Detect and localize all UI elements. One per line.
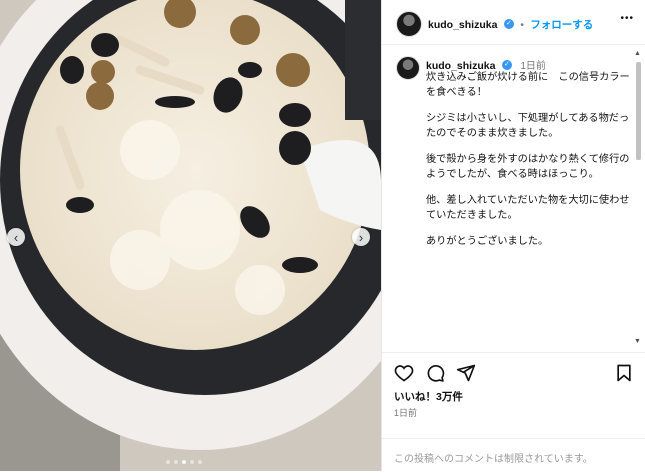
comment-restricted-text: この投稿へのコメントは制限されています。 [394, 454, 593, 465]
heart-icon[interactable] [394, 363, 414, 383]
post-side-panel: kudo_shizuka ✓ • フォローする ••• kudo_shizuka… [381, 0, 645, 471]
header-username[interactable]: kudo_shizuka [428, 19, 497, 31]
caption-paragraph: 後で殻から身を外すのはかなり熱くて修行のようでしたが、食べる時はほっこり。 [426, 154, 630, 180]
scrollbar[interactable]: ▲ ▼ [634, 50, 644, 350]
caption-paragraph: シジミは小さいし、下処理がしてある物だったのでそのまま炊きました。 [426, 113, 630, 139]
next-arrow-icon[interactable]: › [352, 228, 370, 246]
avatar[interactable] [396, 11, 422, 37]
caption-avatar[interactable] [396, 56, 420, 80]
comment-icon[interactable] [425, 363, 445, 383]
carousel-dots [166, 460, 202, 464]
caption-text: 炊き込みご飯が炊ける前に この信号カラーを食べきる！ シジミは小さいし、下処理が… [426, 70, 634, 260]
prev-arrow-icon[interactable]: ‹ [7, 228, 25, 246]
separator-dot: • [520, 20, 524, 31]
verified-icon: ✓ [501, 59, 512, 70]
rice-cooker-photo [0, 0, 381, 471]
follow-button[interactable]: フォローする [530, 19, 593, 31]
carousel-dot [190, 460, 194, 464]
bookmark-icon[interactable] [614, 363, 634, 383]
carousel-dot [166, 460, 170, 464]
caption-paragraph: ありがとうございました。 [426, 236, 549, 247]
post-header: kudo_shizuka ✓ • フォローする ••• [382, 0, 645, 45]
verified-icon: ✓ [503, 18, 514, 29]
likes-count[interactable]: いいね！3万件 [394, 389, 463, 404]
carousel-dot [174, 460, 178, 464]
post-timestamp: 1日前 [394, 408, 418, 418]
share-icon[interactable] [456, 363, 476, 383]
post-photo: ‹ › [0, 0, 381, 471]
carousel-dot-active [182, 460, 186, 464]
comment-restricted-bar: この投稿へのコメントは制限されています。 [382, 438, 645, 472]
scrollbar-thumb[interactable] [636, 62, 641, 160]
caption-paragraph: 他、差し入れていただいた物を大切に使わせていただきました。 [426, 195, 630, 221]
carousel-dot [198, 460, 202, 464]
scroll-down-icon[interactable]: ▼ [634, 338, 641, 345]
caption-paragraph: 炊き込みご飯が炊ける前に この信号カラーを食べきる！ [426, 72, 630, 98]
more-options-icon[interactable]: ••• [620, 13, 634, 24]
scroll-up-icon[interactable]: ▲ [634, 50, 641, 57]
